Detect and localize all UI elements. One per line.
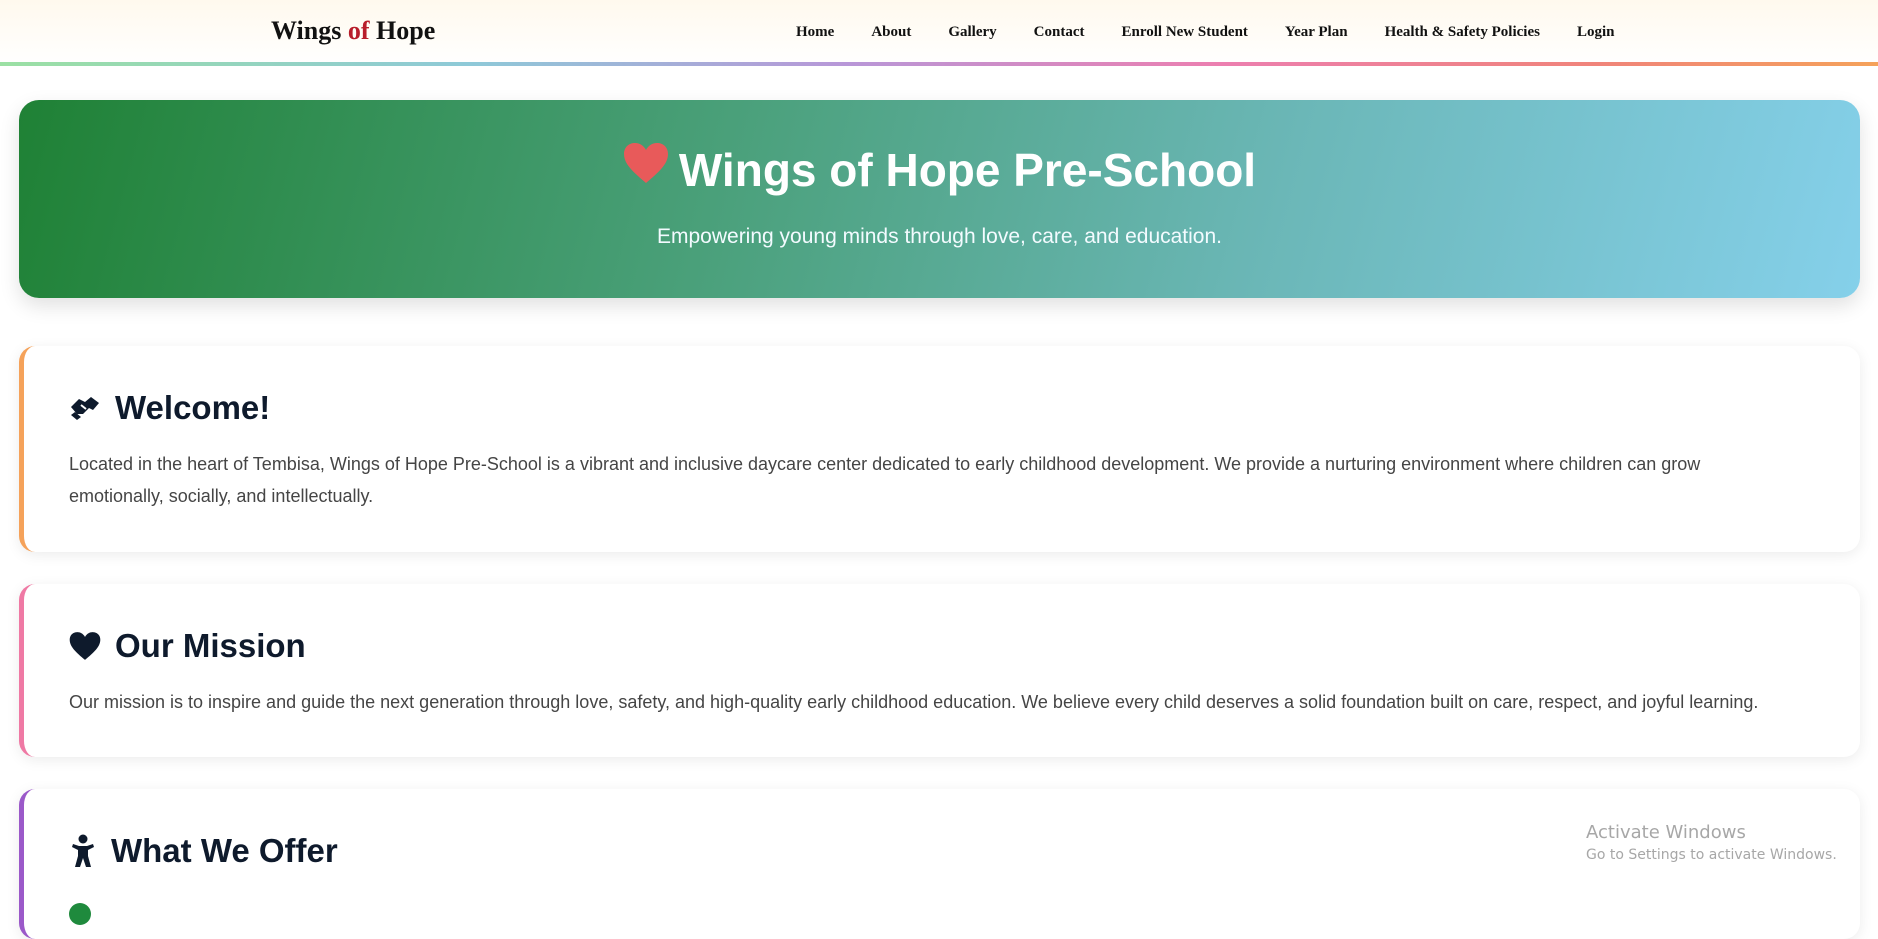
nav-about[interactable]: About xyxy=(871,24,911,41)
offer-heading-text: What We Offer xyxy=(111,832,338,869)
welcome-text: Located in the heart of Tembisa, Wings o… xyxy=(69,454,1701,506)
offer-list-item xyxy=(69,903,105,925)
nav-links: Home About Gallery Contact Enroll New St… xyxy=(796,24,1651,41)
nav-rainbow-border xyxy=(0,62,1878,66)
brand-logo[interactable]: Wings of Hope xyxy=(271,16,435,46)
mission-heading: Our Mission xyxy=(69,627,306,665)
welcome-card: Welcome! Located in the heart of Tembisa… xyxy=(19,346,1860,552)
brand-text-wings: Wings xyxy=(271,16,348,45)
handshake-icon xyxy=(69,393,101,423)
offer-heading: What We Offer xyxy=(69,832,338,870)
brand-text-hope: Hope xyxy=(369,16,436,45)
nav-health-safety-policies[interactable]: Health & Safety Policies xyxy=(1385,24,1540,41)
nav-gallery[interactable]: Gallery xyxy=(948,24,996,41)
top-navigation: Wings of Hope Home About Gallery Contact… xyxy=(0,0,1878,66)
welcome-heading-text: Welcome! xyxy=(115,389,271,426)
check-circle-icon xyxy=(69,903,91,925)
watermark-title: Activate Windows xyxy=(1586,822,1746,843)
mission-text: Our mission is to inspire and guide the … xyxy=(69,692,1759,712)
child-icon xyxy=(69,834,97,868)
hero-banner: Wings of Hope Pre-School Empowering youn… xyxy=(19,100,1860,298)
offer-card: What We Offer xyxy=(19,789,1860,939)
heart-icon xyxy=(69,631,101,661)
nav-contact[interactable]: Contact xyxy=(1034,24,1085,41)
hero-subtitle: Empowering young minds through love, car… xyxy=(656,225,1222,248)
activate-windows-watermark: Activate Windows Go to Settings to activ… xyxy=(1586,822,1837,863)
hero-title-row: Wings of Hope Pre-School xyxy=(19,141,1860,201)
welcome-heading: Welcome! xyxy=(69,389,270,427)
nav-enroll-new-student[interactable]: Enroll New Student xyxy=(1122,24,1248,41)
brand-text-of: of xyxy=(347,16,370,45)
nav-home[interactable]: Home xyxy=(796,24,834,41)
nav-year-plan[interactable]: Year Plan xyxy=(1285,24,1348,41)
heart-icon xyxy=(623,141,669,195)
hero-title: Wings of Hope Pre-School xyxy=(678,144,1257,196)
watermark-subtitle: Go to Settings to activate Windows. xyxy=(1586,847,1837,863)
mission-heading-text: Our Mission xyxy=(115,627,306,664)
mission-card: Our Mission Our mission is to inspire an… xyxy=(19,584,1860,757)
nav-login[interactable]: Login xyxy=(1577,24,1615,41)
